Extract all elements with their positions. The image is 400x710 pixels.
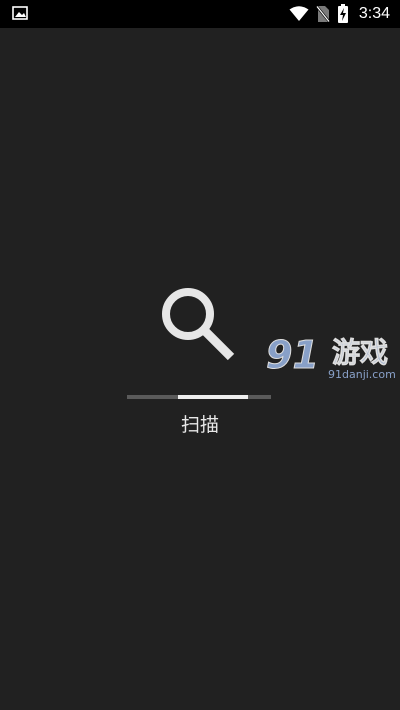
svg-text:91danji.com: 91danji.com xyxy=(328,368,396,381)
status-time: 3:34 xyxy=(358,5,390,22)
no-sim-icon xyxy=(315,5,330,23)
svg-text:91: 91 xyxy=(266,333,319,377)
scan-progress-fill xyxy=(177,395,248,399)
watermark-logo: 91 游戏 91danji.com xyxy=(266,333,396,382)
status-bar: 3:34 xyxy=(0,0,400,28)
battery-charging-icon xyxy=(337,4,348,23)
status-icons: 3:34 xyxy=(289,3,390,25)
scan-progress-bar xyxy=(127,395,271,399)
scan-label: 扫描 xyxy=(180,414,219,436)
wifi-icon xyxy=(289,6,309,21)
scan-screen: 扫描 91 游戏 91danji.com xyxy=(0,28,400,710)
gallery-icon xyxy=(12,6,28,20)
search-icon xyxy=(162,288,235,361)
svg-text:游戏: 游戏 xyxy=(332,336,388,369)
